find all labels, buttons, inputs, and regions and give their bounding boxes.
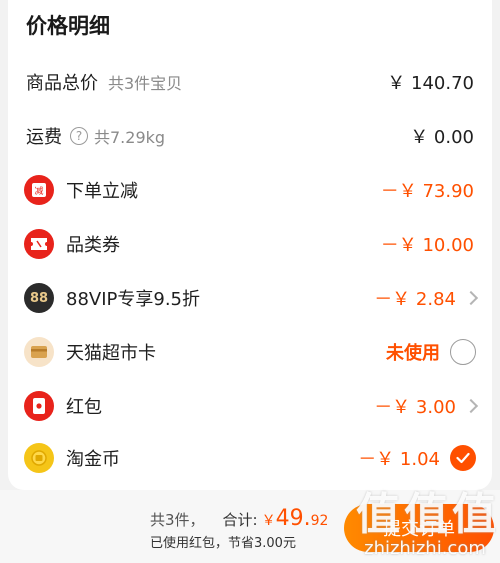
discount-row-red-packet[interactable]: 红包 －￥ 3.00 [8, 386, 492, 426]
shipping-amount: ￥ 0.00 [410, 127, 474, 148]
price-detail-panel: 价格明细 商品总价 共3件宝贝 ￥ 140.70 运费 ? 共7.29kg ￥ … [8, 0, 492, 490]
checked-radio[interactable] [450, 445, 476, 471]
help-icon[interactable]: ? [70, 127, 88, 145]
total-label: 合计: [222, 511, 258, 529]
discount-label: 88VIP专享9.5折 [66, 289, 201, 310]
discount-row-supermarket-card[interactable]: 天猫超市卡 未使用 [8, 332, 492, 372]
item-count: 共3件， [150, 511, 205, 529]
panel-title: 价格明细 [26, 14, 110, 38]
total-price-amount: ￥ 140.70 [387, 73, 474, 94]
discount-label: 天猫超市卡 [66, 343, 156, 364]
shipping-label: 运费 [26, 127, 62, 148]
total-summary: 共3件， 合计: ￥ 49. 92 [150, 506, 328, 531]
discount-label: 淘金币 [66, 449, 120, 470]
check-icon [456, 452, 470, 464]
chevron-right-icon[interactable] [463, 290, 479, 306]
discount-label: 红包 [66, 397, 102, 418]
shipping-row: 运费 ? 共7.29kg ￥ 0.00 [8, 116, 492, 156]
discount-amount: －￥ 3.00 [374, 397, 456, 418]
discount-row-category-coupon: 品类券 －￥ 10.00 [8, 224, 492, 264]
discount-row-taojinbi[interactable]: 淘金币 －￥ 1.04 [8, 438, 492, 478]
total-price-label: 商品总价 [26, 73, 98, 94]
discount-amount: －￥ 73.90 [380, 181, 474, 202]
currency-symbol: ￥ [261, 513, 276, 529]
discount-row-88vip[interactable]: 88 88VIP专享9.5折 －￥ 2.84 [8, 278, 492, 318]
discount-row-instant: 减 下单立减 －￥ 73.90 [8, 170, 492, 210]
savings-note: 已使用红包，节省3.00元 [150, 536, 296, 551]
watermark-logo: 值值值 [356, 489, 500, 540]
watermark: 值值值 zhizhizhi.com [350, 478, 500, 563]
red-packet-icon [24, 391, 54, 421]
chevron-right-icon[interactable] [463, 398, 479, 414]
discount-label: 下单立减 [66, 181, 138, 202]
instant-discount-icon: 减 [24, 175, 54, 205]
discount-label: 品类券 [66, 235, 120, 256]
total-amount-dec: 92 [310, 513, 329, 529]
watermark-url: zhizhizhi.com [364, 538, 486, 559]
total-price-row: 商品总价 共3件宝贝 ￥ 140.70 [8, 62, 492, 102]
unused-status: 未使用 [386, 343, 440, 364]
shipping-weight: 共7.29kg [94, 128, 166, 147]
svg-text:减: 减 [34, 185, 43, 197]
item-count-text: 共3件宝贝 [108, 74, 183, 93]
total-amount-int: 49. [275, 506, 311, 531]
discount-amount: －￥ 10.00 [380, 235, 474, 256]
supermarket-card-icon [24, 337, 54, 367]
taojinbi-coin-icon [24, 443, 54, 473]
discount-amount: －￥ 2.84 [374, 289, 456, 310]
88vip-icon: 88 [24, 283, 54, 313]
category-coupon-icon [24, 229, 54, 259]
discount-amount: －￥ 1.04 [358, 449, 440, 470]
select-radio[interactable] [450, 339, 476, 365]
